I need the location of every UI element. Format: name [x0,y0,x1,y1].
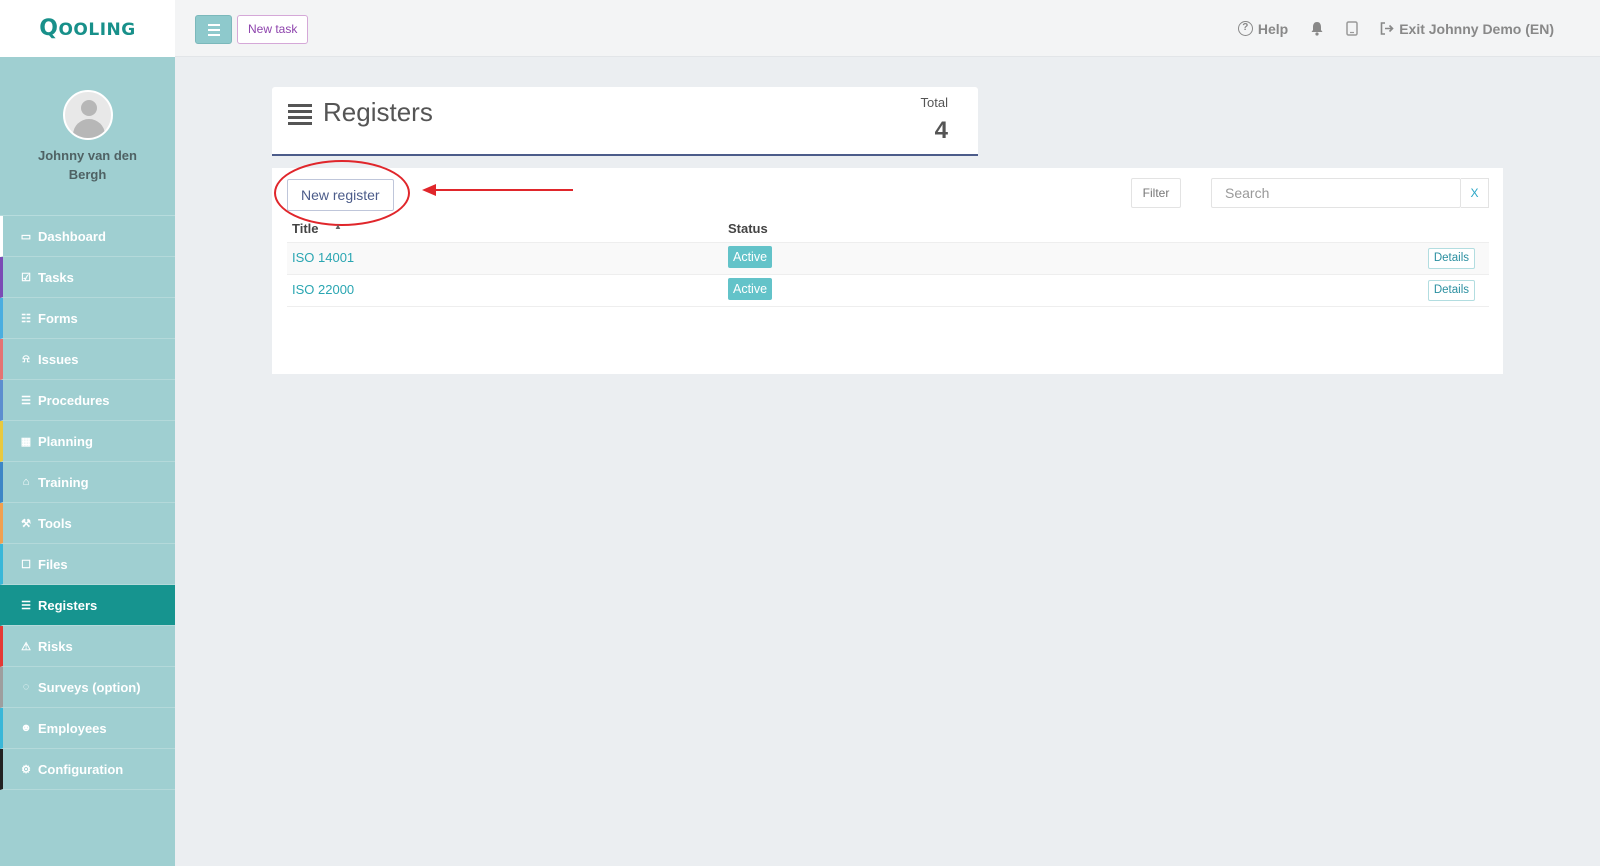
clear-search-button[interactable]: X [1461,178,1489,208]
list-icon: ☰ [21,394,31,407]
column-header-status[interactable]: Status [728,221,768,236]
tablet-icon [1346,21,1358,36]
user-name: Johnny van den Bergh [38,148,137,182]
sidebar-item-label: Risks [38,638,73,654]
total-count: 4 [934,117,948,144]
details-button[interactable]: Details [1427,280,1475,301]
register-title-link[interactable]: ISO 22000 [292,282,354,297]
sidebar-item-registers[interactable]: ☰ Registers [0,585,175,626]
registers-panel: New register Filter X Title ▲ Status ISO… [272,160,1503,374]
status-badge: Active [728,278,773,300]
exit-label: Exit Johnny Demo (EN) [1399,20,1554,37]
notifications-button[interactable] [1310,21,1324,36]
page-title: Registers [323,97,433,127]
new-task-button[interactable]: New task [237,15,309,44]
sidebar-item-dashboard[interactable]: ▭ Dashboard [0,216,175,257]
sidebar-item-label: Registers [38,597,98,613]
comment-icon: ◌ [22,681,30,693]
sidebar-item-employees[interactable]: ☻ Employees [0,708,175,749]
sign-out-icon [1380,22,1394,35]
details-button[interactable]: Details [1427,248,1475,269]
table-row: ISO 22000 Active Details [287,275,1489,307]
registers-table: Title ▲ Status ISO 14001 Active Details … [287,216,1489,307]
sidebar-item-tasks[interactable]: ☑ Tasks [0,257,175,298]
sidebar-item-surveys-option[interactable]: ◌ Surveys (option) [0,667,175,708]
register-title-link[interactable]: ISO 14001 [292,250,354,265]
annotation-arrow [422,184,573,196]
new-register-button[interactable]: New register [287,179,394,211]
wrench-icon: ⚒ [21,517,31,530]
avatar[interactable] [62,90,113,140]
sidebar-item-label: Tools [38,515,72,531]
total-label: Total [920,95,948,110]
manual-button[interactable] [1346,21,1358,36]
users-icon: ☻ [20,722,32,734]
sidebar-item-training[interactable]: ⌂ Training [0,462,175,503]
user-profile: Johnny van den Bergh [0,57,175,216]
sidebar-item-label: Surveys (option) [38,679,141,695]
graduation-cap-icon: ⌂ [22,476,30,488]
hamburger-icon [207,23,220,26]
bell-icon [1311,22,1323,36]
help-link[interactable]: ? Help [1237,20,1289,37]
top-bar: QOOLING New task ? Help Exit Johnny Demo… [0,0,1600,57]
help-label: Help [1257,20,1289,37]
sidebar-item-risks[interactable]: ⚠ Risks [0,626,175,667]
filter-button[interactable]: Filter [1131,178,1181,208]
list-icon [288,104,312,128]
list-icon: ☰ [21,599,31,612]
document-icon: ☷ [21,312,31,325]
table-header: Title ▲ Status [287,216,1489,243]
menu-toggle-button[interactable] [195,15,232,44]
app-logo: QOOLING [39,16,136,41]
sidebar-item-label: Employees [38,720,107,736]
exit-demo-link[interactable]: Exit Johnny Demo (EN) [1380,21,1554,37]
bell-icon: ⍾ [22,352,30,365]
page-header-card: Registers Total 4 [272,87,978,156]
sidebar-nav: ▭ Dashboard ☑ Tasks ☷ Forms ⍾ Issues ☰ Procedures… [0,216,175,790]
sidebar-item-procedures[interactable]: ☰ Procedures [0,380,175,421]
sidebar-item-label: Tasks [38,269,74,285]
sidebar-item-planning[interactable]: ▦ Planning [0,421,175,462]
file-icon: ☐ [21,558,31,571]
sidebar-item-issues[interactable]: ⍾ Issues [0,339,175,380]
table-row: ISO 14001 Active Details [287,243,1489,275]
sidebar: Johnny van den Bergh ▭ Dashboard ☑ Tasks ☷ Fo… [0,57,175,866]
logo-container[interactable]: QOOLING [0,0,175,57]
sidebar-item-label: Procedures [38,392,110,408]
question-circle-icon: ? [1237,21,1253,36]
top-right-menu: ? Help Exit Johnny Demo (EN) [1237,0,1554,57]
sidebar-item-label: Training [38,474,89,490]
check-square-icon: ☑ [21,271,31,284]
sidebar-item-label: Dashboard [38,228,106,244]
sidebar-item-label: Forms [38,310,78,326]
gear-icon: ⚙ [21,763,31,776]
column-header-title[interactable]: Title [292,221,319,236]
monitor-icon: ▭ [20,230,32,243]
sidebar-item-label: Planning [38,433,93,449]
warning-icon: ⚠ [21,640,31,653]
sidebar-item-tools[interactable]: ⚒ Tools [0,503,175,544]
sidebar-item-configuration[interactable]: ⚙ Configuration [0,749,175,790]
search-input[interactable] [1211,178,1461,208]
sidebar-item-forms[interactable]: ☷ Forms [0,298,175,339]
status-badge: Active [728,246,773,268]
sidebar-item-files[interactable]: ☐ Files [0,544,175,585]
sidebar-item-label: Files [38,556,68,572]
sidebar-item-label: Issues [38,351,79,367]
sidebar-item-label: Configuration [38,761,124,777]
sort-ascending-icon[interactable]: ▲ [334,222,342,231]
calendar-icon: ▦ [20,435,32,448]
